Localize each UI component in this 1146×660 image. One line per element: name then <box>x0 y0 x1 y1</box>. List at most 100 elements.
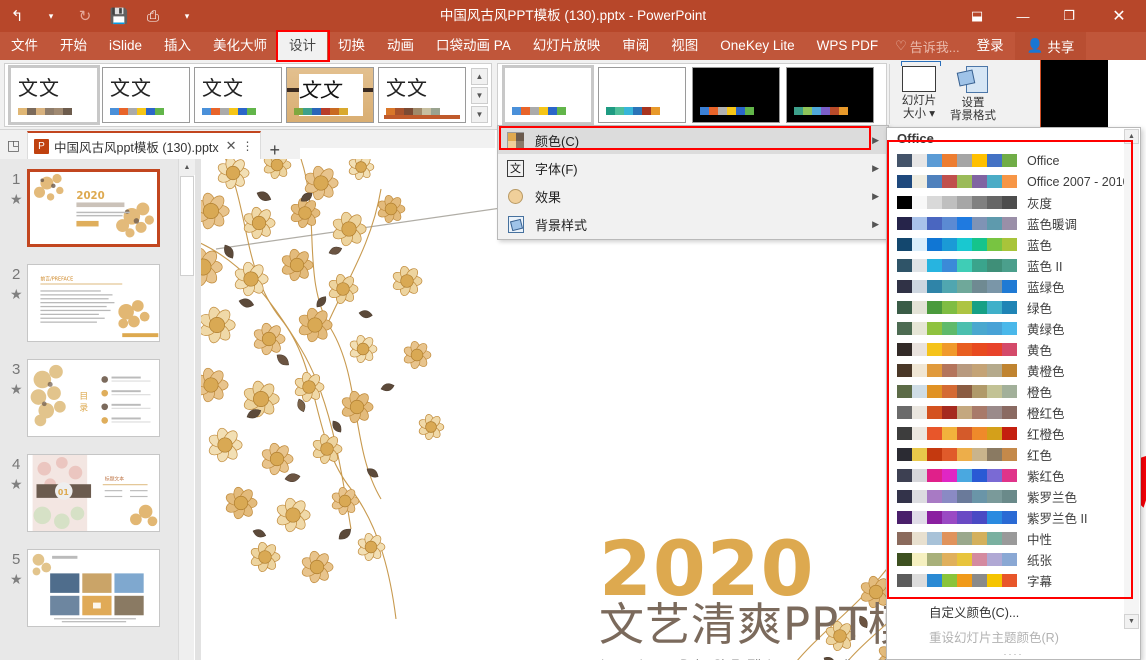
format-background-button[interactable]: 设置 背景格式 <box>947 62 999 128</box>
themes-scroll-up-icon[interactable]: ▲ <box>471 68 488 85</box>
theme-color-item[interactable]: Office <box>887 150 1140 171</box>
document-tab-menu-icon[interactable]: ⋮ <box>242 139 254 153</box>
ribbon-tab-2[interactable]: iSlide <box>98 32 153 60</box>
redo-button[interactable]: ↻ <box>68 0 102 32</box>
variant-thumbnail-0[interactable] <box>502 65 594 125</box>
close-document-icon[interactable]: ✕ <box>226 138 237 154</box>
theme-color-item[interactable]: 红橙色 <box>887 423 1140 444</box>
theme-color-item[interactable]: 黄橙色 <box>887 360 1140 381</box>
undo-dropdown-icon[interactable]: ▾ <box>34 0 68 32</box>
undo-button[interactable]: ↰ <box>0 0 34 32</box>
start-slideshow-button[interactable]: ⎙ <box>136 0 170 32</box>
theme-color-item[interactable]: 紫红色 <box>887 465 1140 486</box>
menu-item-background-styles[interactable]: 背景样式 ▶ <box>498 210 888 238</box>
theme-color-item[interactable]: 紫罗兰色 II <box>887 507 1140 528</box>
slide-thumbnail-preview[interactable] <box>27 549 160 627</box>
ribbon-tab-9[interactable]: 幻灯片放映 <box>522 32 612 60</box>
slide-thumbnail-item[interactable]: 2 ★ 前言/PREFACE <box>0 264 178 349</box>
ribbon-tab-10[interactable]: 审阅 <box>611 32 660 60</box>
slide-thumbnail-item[interactable]: 4 ★ 01 标题文本 <box>0 454 178 539</box>
slide-thumbnail-preview[interactable]: 01 标题文本 <box>27 454 160 532</box>
menu-item-fonts[interactable]: 文字体(F) ▶ <box>498 154 888 182</box>
theme-color-item[interactable]: 纸张 <box>887 549 1140 570</box>
menu-item-effects[interactable]: 效果 ▶ <box>498 182 888 210</box>
ribbon-tab-bar: 文件 开始 iSlide 插入 美化大师 设计 切换 动画 口袋动画 PA 幻灯片放映 审阅 视图 On… <box>0 32 1146 60</box>
ribbon-tab-11[interactable]: 视图 <box>660 32 709 60</box>
slide-panel-scroll-up-icon[interactable]: ▲ <box>179 159 195 175</box>
submenu-grip[interactable]: ···· <box>887 649 1140 659</box>
customize-qat-icon[interactable]: ▾ <box>170 0 204 32</box>
theme-colors-list[interactable]: Office Office 2007 - 2010 灰度 蓝色暖调 蓝色 蓝色 II 蓝绿色… <box>887 150 1140 610</box>
theme-thumbnail-0[interactable]: 文文 <box>8 65 100 125</box>
presenter-view-icon[interactable]: ◳ <box>0 132 27 159</box>
ribbon-tab-5[interactable]: 设计 <box>278 32 328 60</box>
ribbon-tab-4[interactable]: 美化大师 <box>202 32 278 60</box>
ribbon-tab-6[interactable]: 切换 <box>327 32 376 60</box>
slide-thumbnail-preview[interactable]: 前言/PREFACE <box>27 264 160 342</box>
slide-thumbnail-item[interactable]: 3 ★ 目 录 <box>0 359 178 444</box>
theme-colors-scroll-up-icon[interactable]: ▲ <box>1124 129 1139 144</box>
variants-dropdown-menu[interactable]: 颜色(C) ▶ 文字体(F) ▶ 效果 ▶ 背景样式 ▶ <box>497 125 889 240</box>
slide-panel-scroll-thumb[interactable] <box>180 176 194 276</box>
theme-thumbnail-4[interactable]: 文文 <box>378 67 466 123</box>
share-button[interactable]: 👤 共享 <box>1014 32 1087 60</box>
theme-color-item[interactable]: 字幕 <box>887 570 1140 591</box>
theme-color-item[interactable]: 灰度 <box>887 192 1140 213</box>
minimize-button[interactable]: — <box>1000 0 1046 32</box>
theme-color-item[interactable]: Office 2007 - 2010 <box>887 171 1140 192</box>
restore-button[interactable]: ❐ <box>1046 0 1092 32</box>
theme-colors-submenu[interactable]: Office Office Office 2007 - 2010 灰度 蓝色暖调 蓝色蓝… <box>886 127 1141 660</box>
ribbon-tab-8[interactable]: 口袋动画 PA <box>425 32 522 60</box>
ribbon-tab-13[interactable]: WPS PDF <box>806 32 890 60</box>
theme-color-label: 橙红色 <box>1027 407 1065 421</box>
theme-color-item[interactable]: 紫罗兰色 <box>887 486 1140 507</box>
new-document-tab-button[interactable]: + <box>261 141 290 159</box>
themes-scroll-down-icon[interactable]: ▼ <box>471 87 488 104</box>
ribbon-display-options-icon[interactable]: ⬓ <box>954 0 1000 32</box>
themes-gallery[interactable]: 文文 文文 文文 文文 文文 ▲ ▼ ▼ <box>4 63 492 127</box>
theme-thumbnail-2[interactable]: 文文 <box>194 67 282 123</box>
theme-color-item[interactable]: 橙色 <box>887 381 1140 402</box>
theme-thumbnail-3[interactable]: 文文 <box>286 67 374 123</box>
variants-gallery[interactable] <box>497 63 887 127</box>
theme-color-item[interactable]: 黄色 <box>887 339 1140 360</box>
themes-more-icon[interactable]: ▼ <box>471 106 488 123</box>
theme-color-item[interactable]: 绿色 <box>887 297 1140 318</box>
variant-thumbnail-3[interactable] <box>786 67 874 123</box>
save-button[interactable]: 💾 <box>102 0 136 32</box>
tell-me-box[interactable]: ♡ 告诉我... <box>889 32 966 60</box>
slide-thumbnail-panel[interactable]: 1 ★ 2020 2 ★ 前言/PREFACE 3 ★ 目 录 4 ★ 01 标… <box>0 159 178 660</box>
document-tab[interactable]: P 中国风古风ppt模板 (130).pptx ✕ ⋮ <box>27 131 261 159</box>
ribbon-tabs: 文件 开始 iSlide 插入 美化大师 设计 切换 动画 口袋动画 PA 幻灯片放映 审阅 视图 On… <box>0 32 1146 60</box>
slide-thumbnail-item[interactable]: 1 ★ 2020 <box>0 169 178 254</box>
theme-thumbnail-1[interactable]: 文文 <box>102 67 190 123</box>
ribbon-tab-3[interactable]: 插入 <box>153 32 202 60</box>
slide-panel-scrollbar[interactable]: ▲ <box>178 159 195 660</box>
sign-in-button[interactable]: 登录 <box>966 32 1015 60</box>
variant-thumbnail-2[interactable] <box>692 67 780 123</box>
themes-gallery-scroll[interactable]: ▲ ▼ ▼ <box>471 68 488 123</box>
slide-year-title[interactable]: 2020 <box>599 531 815 607</box>
menu-item-colors[interactable]: 颜色(C) ▶ <box>498 126 888 154</box>
theme-color-item[interactable]: 蓝色暖调 <box>887 213 1140 234</box>
ribbon-tab-1[interactable]: 开始 <box>49 32 98 60</box>
theme-color-item[interactable]: 橙红色 <box>887 402 1140 423</box>
theme-color-item[interactable]: 中性 <box>887 528 1140 549</box>
theme-colors-scrollbar[interactable]: ▲ ▼ <box>1124 129 1139 629</box>
close-button[interactable]: ✕ <box>1092 0 1146 32</box>
theme-color-item[interactable]: 蓝绿色 <box>887 276 1140 297</box>
slide-size-button[interactable]: 幻灯片 大小 ▾ <box>893 61 945 128</box>
theme-color-item[interactable]: 黄绿色 <box>887 318 1140 339</box>
theme-color-item[interactable]: 红色 <box>887 444 1140 465</box>
variant-thumbnail-1[interactable] <box>598 67 686 123</box>
theme-color-item[interactable]: 蓝色 II <box>887 255 1140 276</box>
powerpoint-window: ↰ ▾ ↻ 💾 ⎙ ▾ 中国风古风PPT模板 (130).pptx - Powe… <box>0 0 1146 660</box>
slide-thumbnail-preview[interactable]: 目 录 <box>27 359 160 437</box>
theme-color-item[interactable]: 蓝色 <box>887 234 1140 255</box>
ribbon-tab-7[interactable]: 动画 <box>376 32 425 60</box>
slide-thumbnail-preview[interactable]: 2020 <box>27 169 160 247</box>
customize-colors-item[interactable]: 自定义颜色(C)... <box>887 599 1140 624</box>
slide-thumbnail-item[interactable]: 5 ★ <box>0 549 178 634</box>
ribbon-tab-12[interactable]: OneKey Lite <box>709 32 805 60</box>
ribbon-tab-0[interactable]: 文件 <box>0 32 49 60</box>
